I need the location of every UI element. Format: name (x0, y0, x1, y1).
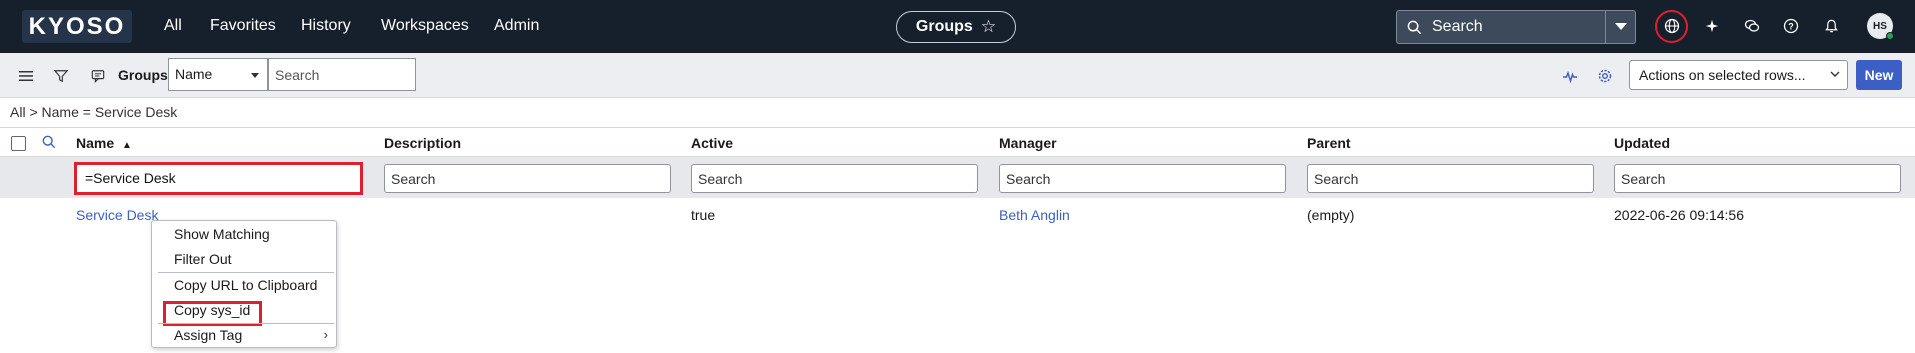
menu-item-show-matching[interactable]: Show Matching (174, 226, 270, 242)
nav-link-history[interactable]: History (301, 17, 351, 35)
logo[interactable]: KYOSO (22, 10, 132, 43)
global-search-label: Search (1432, 18, 1483, 35)
search-scope-dropdown[interactable] (1606, 10, 1636, 44)
menu-item-copy-url[interactable]: Copy URL to Clipboard (174, 277, 317, 293)
column-filter-row: =Service Desk Search Search Search Searc… (0, 157, 1915, 198)
manager-link[interactable]: Beth Anglin (999, 207, 1070, 223)
menu-item-filter-out[interactable]: Filter Out (174, 251, 232, 267)
parent-cell: (empty) (1307, 207, 1355, 223)
context-menu: Show Matching Filter Out Copy URL to Cli… (151, 220, 337, 348)
list-header-row: Name ▲ Description Active Manager Parent… (0, 127, 1915, 157)
list-search-input[interactable]: Search (268, 58, 416, 91)
updated-cell: 2022-06-26 09:14:56 (1614, 207, 1744, 223)
avatar-initials: HS (1873, 20, 1887, 32)
nav-link-admin[interactable]: Admin (494, 17, 539, 35)
chevron-right-icon: › (323, 327, 328, 342)
presence-indicator (1886, 32, 1894, 40)
svg-text:?: ? (1788, 22, 1794, 32)
actions-select[interactable]: Actions on selected rows... (1629, 60, 1848, 90)
gear-icon[interactable] (1595, 66, 1615, 86)
list-toolbar: Groups Name Search Actions on selected r… (0, 53, 1915, 98)
column-header-active[interactable]: Active (691, 135, 733, 151)
star-icon[interactable]: ☆ (981, 17, 996, 37)
select-all-checkbox[interactable] (11, 136, 26, 151)
avatar[interactable]: HS (1867, 13, 1894, 40)
context-title-pill[interactable]: Groups ☆ (896, 11, 1016, 43)
column-header-manager[interactable]: Manager (999, 135, 1057, 151)
menu-divider (158, 272, 334, 273)
nav-link-workspaces[interactable]: Workspaces (381, 17, 469, 35)
help-icon[interactable]: ? (1779, 14, 1803, 38)
active-filter-input[interactable]: Search (691, 164, 978, 193)
filter-icon[interactable] (51, 66, 71, 86)
group-name-link[interactable]: Service Desk (76, 207, 158, 223)
nav-link-favorites[interactable]: Favorites (210, 17, 276, 35)
chevron-down-icon (1830, 71, 1840, 77)
search-field-value: Name (175, 66, 213, 82)
nav-link-all[interactable]: All (164, 17, 182, 35)
menu-item-assign-tag[interactable]: Assign Tag (174, 327, 242, 343)
column-header-updated[interactable]: Updated (1614, 135, 1670, 151)
chat-icon[interactable] (1740, 14, 1764, 38)
active-cell: true (691, 207, 716, 223)
globe-icon[interactable] (1660, 14, 1684, 38)
new-button[interactable]: New (1856, 60, 1902, 90)
manager-filter-input[interactable]: Search (999, 164, 1286, 193)
bell-icon[interactable] (1819, 14, 1843, 38)
top-nav: KYOSO All Favorites History Workspaces A… (0, 0, 1915, 53)
description-filter-input[interactable]: Search (384, 164, 671, 193)
updated-filter-input[interactable]: Search (1614, 164, 1901, 193)
comment-icon[interactable] (88, 66, 108, 86)
menu-item-copy-sys-id[interactable]: Copy sys_id (174, 302, 250, 318)
name-filter-input[interactable]: =Service Desk (74, 162, 363, 195)
sparkle-icon[interactable] (1700, 14, 1724, 38)
column-header-name-label: Name (76, 135, 115, 151)
caret-down-icon (251, 73, 259, 78)
column-header-name[interactable]: Name ▲ (76, 135, 132, 151)
sparkle-assist-icon[interactable] (1560, 66, 1580, 86)
search-field-select[interactable]: Name (168, 58, 268, 91)
sort-ascending-icon: ▲ (122, 140, 132, 151)
hamburger-menu-icon[interactable] (16, 66, 36, 86)
column-header-description[interactable]: Description (384, 135, 461, 151)
context-title: Groups (915, 18, 973, 35)
column-header-parent[interactable]: Parent (1307, 135, 1351, 151)
parent-filter-input[interactable]: Search (1307, 164, 1594, 193)
actions-select-value: Actions on selected rows... (1639, 67, 1806, 83)
search-icon (1407, 20, 1422, 34)
chevron-down-icon (1614, 23, 1627, 30)
menu-divider (158, 323, 334, 324)
list-title: Groups (118, 67, 168, 83)
breadcrumb[interactable]: All > Name = Service Desk (10, 104, 177, 120)
column-search-icon[interactable] (42, 135, 56, 152)
global-search[interactable]: Search (1396, 10, 1606, 44)
